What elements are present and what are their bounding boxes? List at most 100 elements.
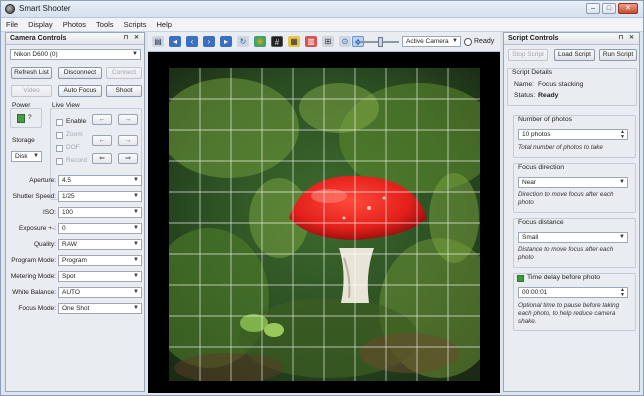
quality-select[interactable]: RAW ▼ — [58, 239, 142, 250]
menu-file[interactable]: File — [1, 18, 23, 31]
refresh-icon[interactable]: ↻ — [237, 36, 249, 47]
last-photo-icon[interactable]: ▸ — [220, 36, 232, 47]
power-value: ? — [28, 114, 32, 121]
focus-right-large-arrow-icon[interactable]: ⇒ — [118, 153, 138, 164]
camera-view-select[interactable]: Active Camera ▼ — [402, 36, 461, 47]
chevron-down-icon: ▼ — [133, 273, 139, 279]
script-controls-panel: Script Controls ⊓ ✕ Stop Script Load Scr… — [503, 32, 640, 392]
load-script-button[interactable]: Load Script — [554, 49, 595, 61]
live-view-zoom-checkbox[interactable] — [56, 132, 63, 139]
histogram-icon[interactable]: ▥ — [305, 36, 317, 47]
first-photo-icon[interactable]: ◂ — [169, 36, 181, 47]
status-indicator-icon — [464, 38, 472, 46]
focus-peaking-icon[interactable]: ▦ — [288, 36, 300, 47]
mirror-icon[interactable]: ⊙ — [339, 36, 351, 47]
panel-pin-close-icon[interactable]: ⊓ ✕ — [619, 34, 636, 41]
window-title: Smart Shooter — [19, 4, 71, 13]
menu-display[interactable]: Display — [23, 18, 58, 31]
number-of-photos-label: Number of photos — [518, 116, 573, 123]
chevron-down-icon: ▼ — [133, 241, 139, 247]
live-view-record-checkbox[interactable] — [56, 158, 63, 165]
focus-mode-value: One Shot — [62, 305, 90, 312]
program-mode-select[interactable]: Program ▼ — [58, 255, 142, 266]
white-balance-select[interactable]: AUTO ▼ — [58, 287, 142, 298]
menu-tools[interactable]: Tools — [91, 18, 119, 31]
number-of-photos-input[interactable]: 10 photos ▲ ▼ — [518, 129, 628, 140]
time-delay-help: Optional time to pause before taking eac… — [518, 302, 620, 325]
iso-value: 100 — [62, 209, 73, 216]
camera-view-value: Active Camera — [406, 38, 449, 45]
focus-right-arrow-icon[interactable]: → — [118, 114, 138, 125]
aperture-value: 4.5 — [62, 177, 72, 184]
auto-focus-button[interactable]: Auto Focus — [58, 85, 102, 97]
time-delay-checkbox[interactable] — [517, 275, 524, 282]
zoom-icon[interactable]: ⊞ — [322, 36, 334, 47]
spinner-arrows-icon[interactable]: ▲ ▼ — [620, 130, 625, 140]
chevron-down-icon: ▼ — [133, 305, 139, 311]
focus-distance-select[interactable]: Small ▼ — [518, 232, 628, 243]
storage-select[interactable]: Disk ▼ — [11, 151, 42, 162]
maximize-icon[interactable]: □ — [602, 3, 616, 14]
color-wheel-icon[interactable] — [254, 36, 266, 47]
time-delay-label: Time delay before photo — [527, 274, 601, 281]
spinner-arrows-icon[interactable]: ▲ ▼ — [620, 288, 625, 298]
focus-left-small-arrow-icon[interactable]: ← — [92, 135, 112, 146]
focus-mode-label: Focus Mode: — [18, 305, 56, 312]
chevron-down-icon: ▼ — [133, 225, 139, 231]
number-of-photos-help: Total number of photos to take — [518, 144, 603, 151]
focus-mode-select[interactable]: One Shot ▼ — [58, 303, 142, 314]
focus-left-large-arrow-icon[interactable]: ⇐ — [92, 153, 112, 164]
quality-label: Quality: — [33, 241, 56, 248]
focus-right-small-arrow-icon[interactable]: → — [118, 135, 138, 146]
minimize-icon[interactable]: – — [586, 3, 600, 14]
focus-distance-label: Focus distance — [518, 219, 564, 226]
time-delay-input[interactable]: 00:00:01 ▲ ▼ — [518, 287, 628, 298]
menu-scripts[interactable]: Scripts — [119, 18, 152, 31]
script-status-label: Status: — [514, 92, 536, 99]
live-view-dof-checkbox[interactable] — [56, 145, 63, 152]
live-photo[interactable] — [169, 68, 480, 381]
stop-script-button[interactable]: Stop Script — [508, 49, 548, 61]
number-of-photos-value: 10 photos — [522, 131, 551, 138]
zoom-slider-thumb[interactable] — [378, 37, 383, 47]
disconnect-button[interactable]: Disconnect — [58, 67, 102, 79]
metering-mode-select[interactable]: Spot ▼ — [58, 271, 142, 282]
panel-pin-close-icon[interactable]: ⊓ ✕ — [124, 34, 141, 41]
metering-mode-label: Metering Mode: — [10, 273, 56, 280]
title-bar: Smart Shooter – □ ✕ — [1, 1, 643, 18]
script-status-value: Ready — [538, 92, 559, 99]
chevron-down-icon: ▼ — [452, 38, 458, 44]
aperture-select[interactable]: 4.5 ▼ — [58, 175, 142, 186]
panel-header: Camera Controls ⊓ ✕ — [6, 33, 144, 45]
grid-view-icon[interactable]: ▤ — [152, 36, 164, 47]
grid-overlay-icon[interactable]: # — [271, 36, 283, 47]
aperture-label: Aperture: — [29, 177, 56, 184]
shutter-speed-select[interactable]: 1/25 ▼ — [58, 191, 142, 202]
run-script-button[interactable]: Run Script — [599, 49, 637, 61]
menu-photos[interactable]: Photos — [58, 18, 91, 31]
exposure-select[interactable]: 0 ▼ — [58, 223, 142, 234]
grid-overlay — [169, 68, 480, 381]
refresh-list-button[interactable]: Refresh List — [11, 67, 52, 79]
close-icon[interactable]: ✕ — [618, 3, 638, 14]
shoot-button[interactable]: Shoot — [106, 85, 142, 97]
iso-select[interactable]: 100 ▼ — [58, 207, 142, 218]
viewer-status: Ready — [474, 38, 495, 45]
chevron-down-icon: ▼ — [133, 209, 139, 215]
camera-controls-panel: Camera Controls ⊓ ✕ Nikon D600 (0) ▼ Refr… — [5, 32, 145, 392]
focus-left-arrow-icon[interactable]: ← — [92, 114, 112, 125]
connect-button[interactable]: Connect — [106, 67, 142, 79]
next-photo-icon[interactable]: › — [203, 36, 215, 47]
live-view-enable-checkbox[interactable] — [56, 119, 63, 126]
prev-photo-icon[interactable]: ‹ — [186, 36, 198, 47]
menu-help[interactable]: Help — [151, 18, 176, 31]
white-balance-value: AUTO — [62, 289, 80, 296]
live-view-record-label: Record — [66, 157, 87, 164]
camera-select[interactable]: Nikon D600 (0) ▼ — [10, 49, 141, 60]
chevron-down-icon: ▼ — [619, 234, 625, 240]
viewer-toolbar: ▤ ◂ ‹ › ▸ ↻ # ▦ ▥ ⊞ ⊙ ✥ Active Camera ▼ R… — [148, 32, 500, 52]
white-balance-label: White Balance: — [12, 289, 56, 296]
focus-direction-select[interactable]: Near ▼ — [518, 177, 628, 188]
video-button[interactable]: Video — [11, 85, 52, 97]
chevron-down-icon: ▼ — [133, 177, 139, 183]
